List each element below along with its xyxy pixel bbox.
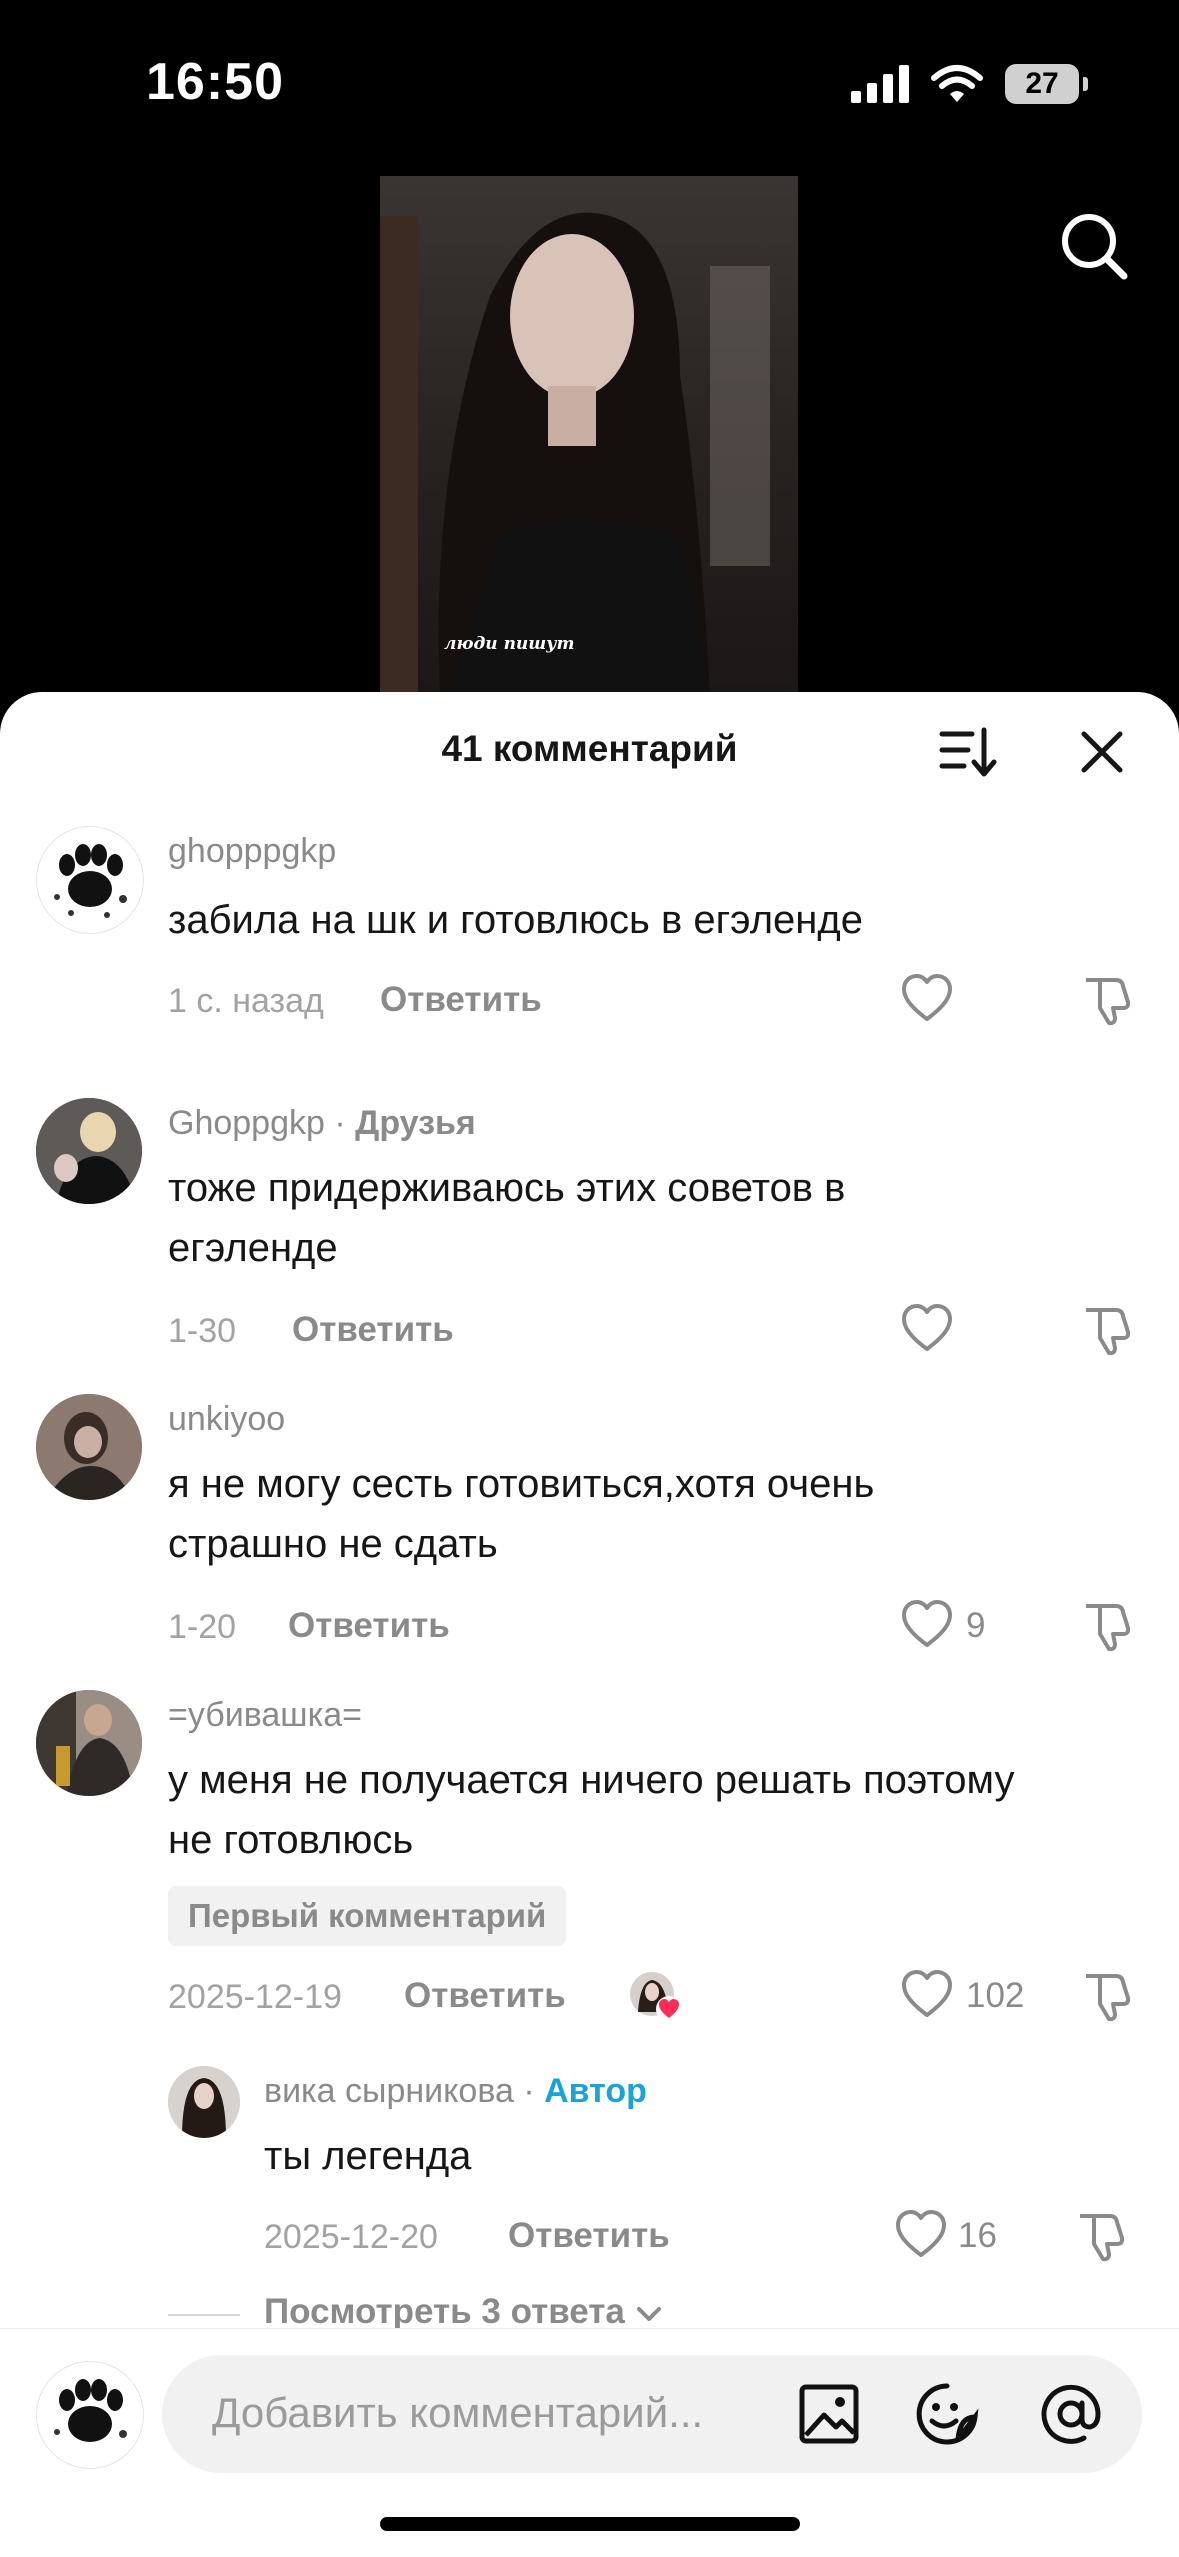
comment-text: тоже придерживаюсь этих советов в егэлен… [168,1166,846,1270]
comment-username[interactable]: Ghoppgkp · Друзья [168,1104,476,1143]
emoji-sticker-icon[interactable] [914,2381,980,2447]
reply-button[interactable]: Ответить [380,980,542,1020]
comment-input[interactable]: Добавить комментарий... [162,2355,1142,2473]
avatar-photo [168,2066,240,2138]
comment-text: я не могу сесть готовиться,хотя очень ст… [168,1462,875,1566]
avatar[interactable] [36,1690,142,1796]
video-thumbnail[interactable]: люди пишут [380,176,798,696]
view-replies-divider [168,2314,240,2316]
comment-username[interactable]: unkiyoo [168,1400,285,1439]
like-count: 102 [966,1976,1025,2015]
comment-text: у меня не получается ничего решать поэто… [168,1758,1015,1862]
avatar[interactable] [36,1394,142,1500]
sort-icon [939,727,997,777]
mention-at-icon[interactable] [1038,2381,1104,2447]
like-count: 16 [958,2216,997,2255]
wifi-icon [931,65,983,102]
comment-text: забила на шк и готовлюсь в егэленде [168,898,863,942]
comment-username[interactable]: ghopppgkp [168,832,336,871]
my-avatar [36,2361,144,2469]
close-icon [1081,731,1123,773]
close-button[interactable] [1074,724,1130,780]
reply-button[interactable]: Ответить [508,2216,670,2256]
comments-count-title: 41 комментарий [441,728,738,769]
like-heart-icon[interactable] [900,972,954,1026]
dislike-icon[interactable] [1080,972,1136,1028]
comment-username[interactable]: =убивашка= [168,1696,362,1735]
comment-time: 2025-12-19 [168,1978,342,2016]
video-caption: люди пишут [444,634,575,654]
comment-time: 1-20 [168,1608,237,1646]
view-replies-button[interactable]: Посмотреть 3 ответа [264,2292,663,2332]
dislike-icon[interactable] [1080,1302,1136,1358]
like-heart-icon[interactable] [894,2208,948,2262]
username-text: вика сырникова [264,2072,514,2110]
like-heart-icon[interactable] [900,1598,954,1652]
dislike-icon[interactable] [1074,2208,1130,2264]
sort-button[interactable] [938,722,998,782]
image-icon[interactable] [798,2383,860,2445]
avatar[interactable] [36,1098,142,1204]
reply-text: ты легенда [264,2134,472,2178]
avatar-paw-icon [54,844,127,918]
like-heart-icon[interactable] [900,1302,954,1356]
like-count: 9 [966,1606,986,1645]
video-person-image [380,212,770,696]
reply-username[interactable]: вика сырникова · Автор [264,2072,647,2111]
comment-input-placeholder: Добавить комментарий... [212,2389,704,2436]
author-tag: Автор [544,2072,647,2110]
battery-level: 27 [1025,67,1059,100]
comment-input-bar: Добавить комментарий... [0,2328,1179,2557]
avatar-photo [36,1394,142,1500]
comment-time: 1 с. назад [168,982,324,1020]
view-replies-label: Посмотреть 3 ответа [264,2292,625,2331]
friends-tag: Друзья [355,1104,476,1142]
avatar-paw-icon [54,2379,127,2442]
avatar-photo [36,1098,142,1204]
creator-liked-avatar [630,1972,682,2022]
avatar-photo [36,1690,142,1796]
dislike-icon[interactable] [1080,1598,1136,1654]
search-button[interactable] [1058,210,1130,282]
comment-time: 1-30 [168,1312,237,1350]
cellular-signal-icon [851,65,909,103]
reply-button[interactable]: Ответить [292,1310,454,1350]
red-heart-icon [656,1996,682,2022]
comments-sheet[interactable]: 41 комментарий ghopppgkp забила на шк и … [0,692,1179,2556]
avatar[interactable] [168,2066,240,2138]
avatar[interactable] [36,826,144,934]
chevron-down-icon [636,2306,661,2321]
like-heart-icon[interactable] [900,1968,954,2022]
reply-time: 2025-12-20 [264,2218,438,2256]
username-text: Ghoppgkp [168,1104,325,1142]
status-icons: 27 [851,64,1088,104]
home-indicator[interactable] [380,2517,800,2531]
first-comment-badge: Первый комментарий [168,1886,567,1946]
battery-icon: 27 [1005,64,1088,104]
dislike-icon[interactable] [1080,1968,1136,2024]
status-time: 16:50 [146,53,284,111]
reply-button[interactable]: Ответить [404,1976,566,2016]
reply-button[interactable]: Ответить [288,1606,450,1646]
search-icon [1062,214,1128,280]
